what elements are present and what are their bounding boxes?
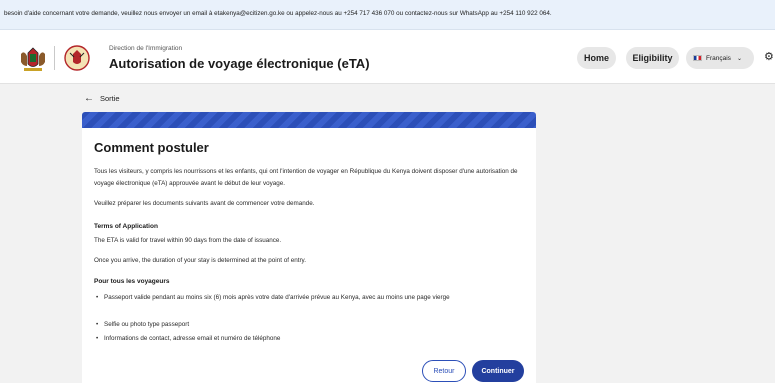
list-item: Passeport valide pendant au moins six (6… (96, 292, 514, 304)
travelers-heading: Pour tous les voyageurs (94, 278, 170, 285)
card-header-pattern (82, 112, 536, 128)
site-header: Direction de l'Immigration Autorisation … (0, 30, 775, 84)
france-flag-icon (693, 55, 702, 61)
home-button[interactable]: Home (577, 47, 616, 69)
prepare-paragraph: Veuillez préparer les documents suivants… (94, 200, 315, 207)
instructions-card: Comment postuler Tous les visiteurs, y c… (82, 112, 536, 383)
terms-line-validity: The ETA is valid for travel within 90 da… (94, 237, 282, 244)
list-item: Selfie ou photo type passeport (96, 319, 514, 331)
immigration-seal-icon (64, 45, 90, 71)
help-banner-text: besoin d'aide concernant votre demande, … (4, 10, 552, 17)
terms-heading: Terms of Application (94, 223, 158, 230)
kenya-coat-of-arms-icon (21, 47, 45, 71)
arrow-left-icon: ← (84, 92, 94, 104)
header-divider (54, 46, 55, 70)
continue-button[interactable]: Continuer (472, 360, 524, 382)
scroll-fade (82, 340, 536, 383)
department-name: Direction de l'Immigration (109, 45, 183, 52)
eligibility-button[interactable]: Eligibility (626, 47, 679, 69)
back-link[interactable]: ← Sortie (84, 92, 120, 104)
card-heading: Comment postuler (94, 140, 209, 155)
chevron-down-icon: ⌄ (736, 55, 742, 62)
gear-icon[interactable]: ⚙ (764, 52, 775, 63)
intro-paragraph: Tous les visiteurs, y compris les nourri… (94, 168, 518, 187)
help-banner: besoin d'aide concernant votre demande, … (0, 0, 775, 30)
page-title: Autorisation de voyage électronique (eTA… (109, 56, 370, 71)
back-button[interactable]: Retour (422, 360, 466, 382)
language-select[interactable]: Français ⌄ (686, 47, 754, 69)
language-label: Français (706, 54, 731, 62)
back-link-label: Sortie (100, 94, 120, 103)
terms-line-stay: Once you arrive, the duration of your st… (94, 257, 306, 264)
